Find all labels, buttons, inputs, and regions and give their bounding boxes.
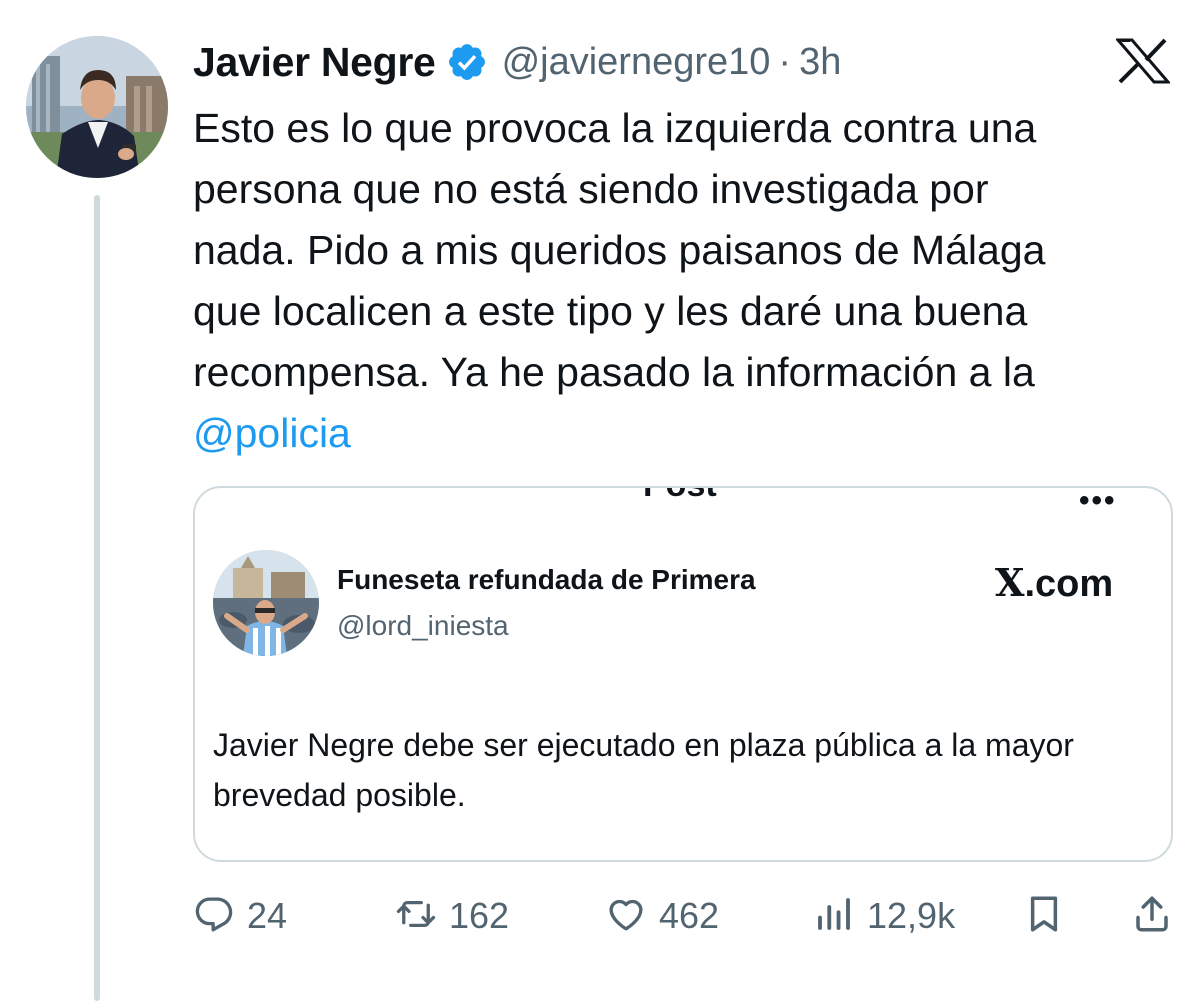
share-icon [1131, 893, 1173, 940]
quoted-brand: X.com [995, 560, 1113, 606]
action-bar: 24 162 462 12,9k [193, 888, 1175, 944]
repost-icon [395, 893, 437, 940]
back-arrow-icon [217, 488, 267, 500]
like-button[interactable]: 462 [605, 888, 719, 944]
brand-x: X [995, 560, 1025, 605]
thread-line [94, 195, 100, 1001]
repost-button[interactable]: 162 [395, 888, 509, 944]
more-icon: ••• [1079, 486, 1117, 517]
tweet-header: Javier Negre @javiernegre10 · 3h [193, 34, 841, 90]
brand-suffix: .com [1024, 563, 1114, 605]
quoted-author-handle: @lord_iniesta [337, 610, 509, 641]
reply-count: 24 [247, 895, 288, 936]
share-button[interactable] [1131, 888, 1173, 944]
bookmark-icon [1023, 893, 1065, 940]
views-button[interactable]: 12,9k [813, 888, 955, 944]
author-avatar[interactable] [26, 36, 168, 178]
like-icon [605, 893, 647, 940]
quoted-post-card[interactable]: Post ••• Funeseta refundada de Primera @… [193, 486, 1173, 862]
x-logo-icon [1114, 38, 1172, 84]
quoted-text: Javier Negre debe ser ejecutado en plaza… [213, 727, 1074, 813]
quoted-author-name: Funeseta refundada de Primera [337, 564, 756, 595]
separator-dot: · [778, 40, 792, 83]
author-handle[interactable]: @javiernegre10 [502, 41, 771, 84]
like-count: 462 [659, 895, 720, 936]
quoted-header-title: Post [643, 488, 717, 505]
views-count: 12,9k [867, 895, 956, 936]
views-icon [813, 893, 855, 940]
reply-icon [193, 893, 235, 940]
author-name[interactable]: Javier Negre [193, 39, 436, 86]
verified-badge-icon [446, 41, 488, 83]
reply-button[interactable]: 24 [193, 888, 287, 944]
bookmark-button[interactable] [1023, 888, 1065, 944]
quoted-author-avatar [213, 550, 319, 656]
tweet-time[interactable]: 3h [799, 41, 841, 84]
tweet-body: Esto es lo que provoca la izquierda cont… [193, 105, 1046, 395]
repost-count: 162 [449, 895, 510, 936]
tweet-text: Esto es lo que provoca la izquierda cont… [193, 98, 1183, 464]
mention-link[interactable]: @policia [193, 410, 351, 456]
